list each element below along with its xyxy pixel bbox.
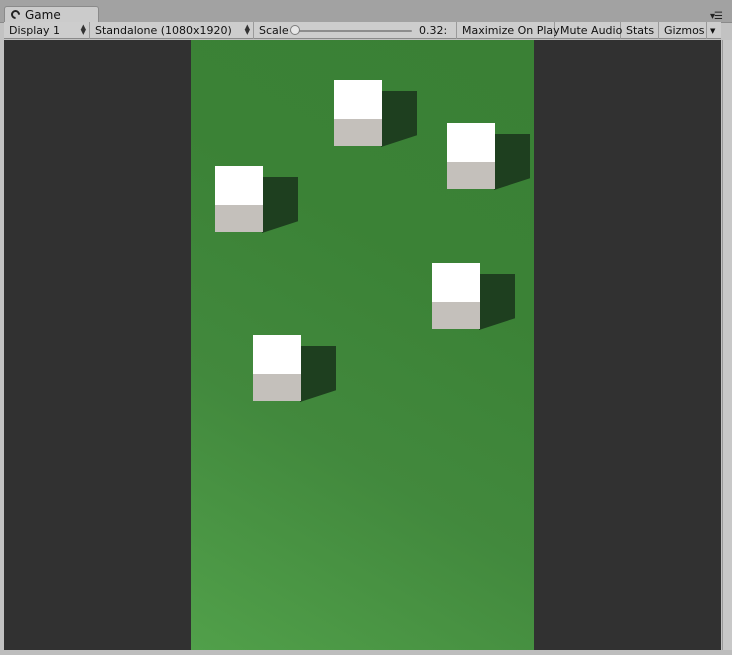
cube-top-face bbox=[432, 263, 480, 302]
cube-shadow bbox=[300, 346, 336, 402]
cube-front-face bbox=[215, 205, 263, 232]
cube bbox=[432, 263, 516, 330]
scale-control: Scale 0.32: bbox=[254, 22, 457, 39]
stats-toggle[interactable]: Stats bbox=[621, 22, 659, 39]
cube-shadow bbox=[262, 177, 298, 233]
gizmos-label: Gizmos bbox=[664, 24, 705, 37]
tab-bar: Game ▾☰ bbox=[0, 0, 732, 23]
gizmos-dropdown[interactable]: ▼ bbox=[707, 22, 721, 39]
resolution-label: Standalone (1080x1920) bbox=[95, 24, 232, 37]
scale-slider-track[interactable] bbox=[290, 30, 412, 32]
game-toolbar: Display 1 ▲ ▼ Standalone (1080x1920) ▲ ▼ S… bbox=[4, 22, 721, 39]
ground-plane bbox=[191, 40, 534, 650]
cube-top-face bbox=[334, 80, 382, 119]
cube bbox=[447, 123, 531, 190]
cube-front-face bbox=[253, 374, 301, 401]
scale-slider-thumb[interactable] bbox=[290, 25, 300, 35]
gizmos-toggle[interactable]: Gizmos bbox=[659, 22, 707, 39]
cube-shadow bbox=[494, 134, 530, 190]
cube-front-face bbox=[334, 119, 382, 146]
cube bbox=[334, 80, 418, 147]
dropdown-arrow-icon: ▲ ▼ bbox=[80, 23, 86, 36]
cube bbox=[253, 335, 337, 402]
cube-top-face bbox=[253, 335, 301, 374]
cube-top-face bbox=[215, 166, 263, 205]
resolution-dropdown[interactable]: Standalone (1080x1920) ▲ ▼ bbox=[90, 22, 254, 39]
mute-audio-label: Mute Audio bbox=[560, 24, 623, 37]
mute-audio-toggle[interactable]: Mute Audio bbox=[555, 22, 623, 39]
cube bbox=[215, 166, 299, 233]
panel-bottom-edge bbox=[0, 650, 732, 655]
dropdown-arrow-icon: ▲ ▼ bbox=[244, 23, 250, 36]
display-dropdown[interactable]: Display 1 ▲ ▼ bbox=[4, 22, 90, 39]
maximize-on-play-toggle[interactable]: Maximize On Play bbox=[457, 22, 560, 39]
game-icon bbox=[9, 8, 22, 21]
stats-label: Stats bbox=[626, 24, 655, 37]
scale-label: Scale bbox=[259, 24, 289, 37]
cube-shadow bbox=[381, 91, 417, 147]
maximize-on-play-label: Maximize On Play bbox=[462, 24, 560, 37]
chevron-down-icon: ▼ bbox=[710, 26, 716, 35]
tab-game[interactable]: Game bbox=[4, 6, 99, 22]
display-label: Display 1 bbox=[9, 24, 61, 37]
cube-front-face bbox=[447, 162, 495, 189]
scale-value: 0.32: bbox=[419, 24, 448, 37]
panel-menu-icon[interactable]: ▾☰ bbox=[710, 11, 723, 22]
cube-shadow bbox=[479, 274, 515, 330]
tab-game-label: Game bbox=[25, 7, 61, 22]
game-view[interactable] bbox=[4, 40, 721, 650]
panel-right-edge bbox=[722, 40, 732, 650]
cube-top-face bbox=[447, 123, 495, 162]
cube-front-face bbox=[432, 302, 480, 329]
